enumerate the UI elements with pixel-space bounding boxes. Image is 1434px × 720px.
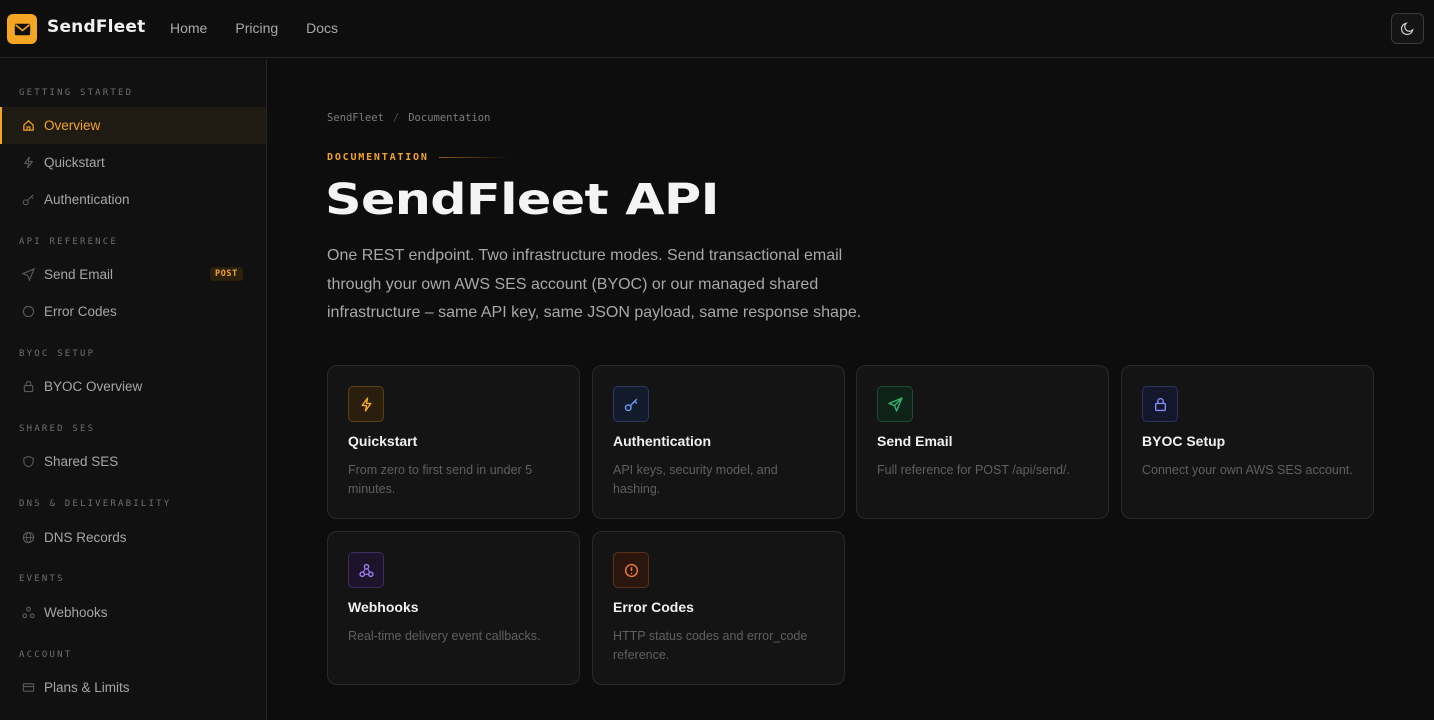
sidebar-item-label: Authentication (44, 192, 130, 207)
sidebar-section-events: EVENTS (19, 574, 65, 584)
card-description: Full reference for POST /api/send/. (877, 463, 1070, 477)
home-icon (20, 118, 36, 134)
sidebar-item-shared-ses[interactable]: Shared SES (0, 443, 266, 480)
post-method-badge: POST (210, 267, 243, 281)
sidebar-item-label: Plans & Limits (44, 680, 130, 695)
sidebar-item-byoc-overview[interactable]: BYOC Overview (0, 368, 266, 405)
card-title: Send Email (877, 433, 953, 449)
card-quickstart[interactable]: Quickstart From zero to first send in un… (327, 365, 580, 519)
alert-circle-icon (20, 304, 36, 320)
card-title: Authentication (613, 433, 711, 449)
sidebar: GETTING STARTED Overview Quickstart Auth… (0, 59, 267, 720)
intro-paragraph: One REST endpoint. Two infrastructure mo… (327, 247, 862, 321)
eyebrow-divider (438, 157, 509, 158)
card-title: BYOC Setup (1142, 433, 1226, 449)
sidebar-item-label: Quickstart (44, 155, 105, 170)
theme-toggle-button[interactable] (1391, 13, 1424, 44)
card-byoc-setup[interactable]: BYOC Setup Connect your own AWS SES acco… (1121, 365, 1374, 519)
eyebrow-label: DOCUMENTATION (327, 152, 429, 163)
sidebar-item-label: BYOC Overview (44, 379, 143, 394)
card-title: Error Codes (613, 599, 694, 615)
webhook-icon (20, 605, 36, 621)
top-bar: SendFleet Home Pricing Docs (0, 0, 1434, 58)
sidebar-item-webhooks[interactable]: Webhooks (0, 594, 266, 631)
sidebar-section-shared-ses: SHARED SES (19, 424, 96, 434)
card-send-email[interactable]: Send Email Full reference for POST /api/… (856, 365, 1109, 519)
card-description: HTTP status codes and error_code referen… (613, 629, 808, 662)
sidebar-item-overview[interactable]: Overview (0, 107, 266, 144)
sidebar-item-label: Overview (44, 118, 101, 133)
bolt-icon (20, 155, 36, 171)
send-icon (877, 386, 913, 422)
breadcrumb-current: Documentation (408, 112, 491, 124)
sidebar-section-api-reference: API REFERENCE (19, 237, 119, 247)
sidebar-item-authentication[interactable]: Authentication (0, 181, 266, 218)
sidebar-item-dns-records[interactable]: DNS Records (0, 519, 266, 556)
lock-icon (1142, 386, 1178, 422)
brand-name[interactable]: SendFleet (47, 17, 145, 37)
sidebar-item-label: DNS Records (44, 530, 127, 545)
sidebar-item-label: Send Email (44, 267, 114, 282)
alert-circle-icon (613, 552, 649, 588)
key-icon (20, 192, 36, 208)
top-nav: Home Pricing Docs (170, 20, 338, 36)
sidebar-item-plans-limits[interactable]: Plans & Limits (0, 669, 266, 706)
sidebar-section-byoc-setup: BYOC SETUP (19, 349, 96, 359)
bolt-icon (348, 386, 384, 422)
sidebar-section-getting-started: GETTING STARTED (19, 88, 134, 98)
send-icon (20, 267, 36, 283)
nav-home-link[interactable]: Home (170, 20, 207, 36)
main-content: SendFleet / Documentation DOCUMENTATION … (267, 59, 1434, 720)
page-title: SendFleet API (325, 175, 719, 225)
shield-icon (20, 454, 36, 470)
card-description: From zero to first send in under 5 minut… (348, 463, 533, 496)
nav-pricing-link[interactable]: Pricing (235, 20, 278, 36)
card-error-codes[interactable]: Error Codes HTTP status codes and error_… (592, 531, 845, 685)
card-webhooks[interactable]: Webhooks Real-time delivery event callba… (327, 531, 580, 685)
webhook-icon (348, 552, 384, 588)
nav-docs-link[interactable]: Docs (306, 20, 338, 36)
key-icon (613, 386, 649, 422)
sidebar-item-label: Error Codes (44, 304, 117, 319)
card-description: API keys, security model, and hashing. (613, 463, 778, 496)
card-description: Connect your own AWS SES account. (1142, 463, 1353, 477)
globe-icon (20, 530, 36, 546)
card-title: Webhooks (348, 599, 419, 615)
breadcrumb-root-link[interactable]: SendFleet (327, 112, 384, 124)
card-authentication[interactable]: Authentication API keys, security model,… (592, 365, 845, 519)
card-icon (20, 680, 36, 696)
breadcrumb-separator: / (392, 112, 400, 124)
card-title: Quickstart (348, 433, 418, 449)
moon-icon (1400, 22, 1414, 36)
mail-logo-icon[interactable] (7, 14, 37, 44)
lock-icon (20, 379, 36, 395)
sidebar-item-quickstart[interactable]: Quickstart (0, 144, 266, 181)
sidebar-item-send-email[interactable]: Send Email POST (0, 256, 266, 293)
card-description: Real-time delivery event callbacks. (348, 629, 541, 643)
sidebar-item-error-codes[interactable]: Error Codes (0, 293, 266, 330)
sidebar-section-account: ACCOUNT (19, 650, 73, 660)
breadcrumb: SendFleet / Documentation (327, 112, 490, 124)
sidebar-item-label: Shared SES (44, 454, 119, 469)
section-eyebrow: DOCUMENTATION (327, 152, 509, 163)
sidebar-section-dns-deliverability: DNS & DELIVERABILITY (19, 499, 172, 509)
sidebar-item-label: Webhooks (44, 605, 108, 620)
